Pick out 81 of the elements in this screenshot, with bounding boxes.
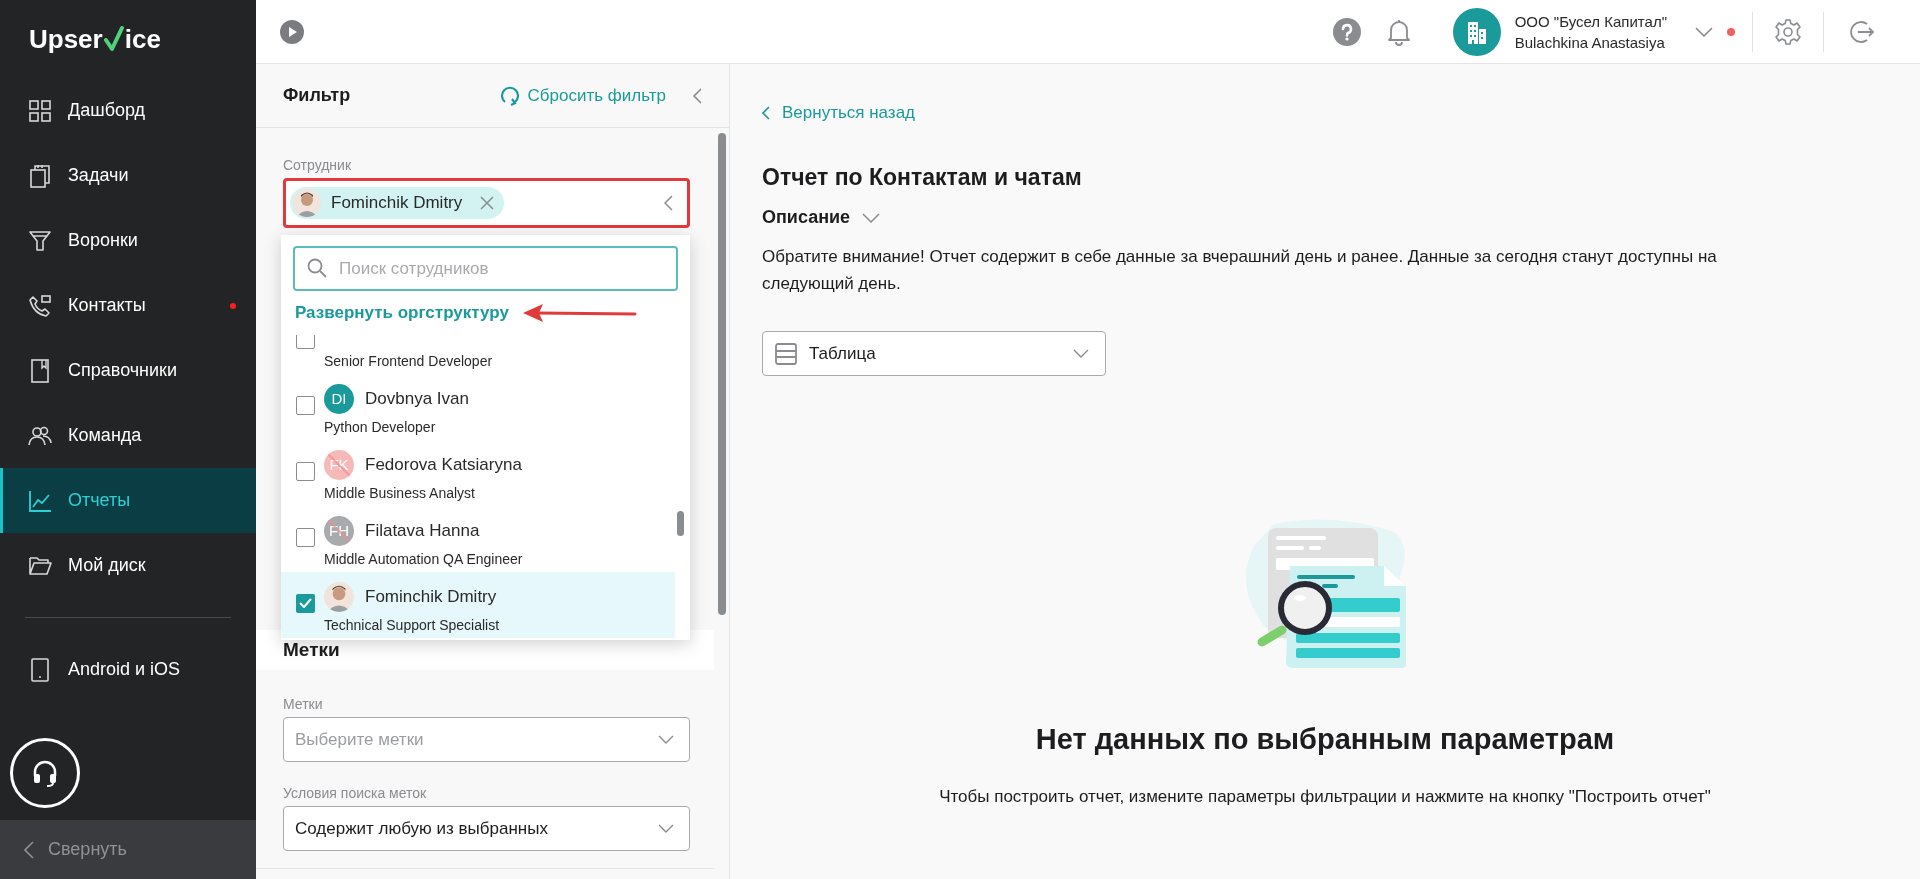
grid-icon (28, 98, 52, 123)
check-icon (103, 26, 124, 52)
sidebar-item[interactable]: Android и iOS (0, 637, 256, 702)
field-label: Сотрудник (283, 156, 352, 174)
help-icon[interactable] (1332, 17, 1361, 46)
sidebar-item[interactable]: Контакты (0, 273, 256, 338)
description-toggle[interactable]: Описание (762, 204, 881, 231)
checkbox[interactable] (296, 593, 315, 613)
blocked-avatar: FH (324, 516, 354, 546)
tablet-icon (28, 657, 52, 682)
employee-role: Senior Frontend Developer (324, 352, 493, 370)
checkbox[interactable] (296, 395, 315, 415)
chevron-left-icon (24, 840, 34, 859)
chevron-down-icon (658, 735, 674, 744)
sidebar-item[interactable]: Дашборд (0, 78, 256, 143)
user-name: Bulachkina Anastasiya (1514, 32, 1666, 53)
field-label: Условия поиска меток (283, 784, 428, 802)
condition-select[interactable]: Содержит любую из выбранных (283, 806, 690, 851)
sidebar-item[interactable]: Команда (0, 403, 256, 468)
line-chart-icon (28, 488, 52, 513)
sidebar-item[interactable]: Воронки (0, 208, 256, 273)
field-label: Метки (283, 695, 324, 713)
company-name: ООО "Бусел Капитал" (1514, 11, 1667, 32)
play-icon[interactable] (280, 19, 304, 44)
chip-text: Fominchik Dmitry (331, 192, 463, 215)
view-select[interactable]: Таблица (762, 331, 1106, 376)
close-icon[interactable] (480, 196, 495, 210)
search-field[interactable]: Поиск сотрудников (293, 246, 678, 291)
blocked-avatar: FK (324, 450, 354, 480)
employee-role: Middle Business Analyst (324, 484, 475, 502)
scrollbar-thumb[interactable] (718, 133, 726, 615)
clipboard-icon (28, 163, 52, 188)
book-icon (28, 358, 52, 383)
employee-name: Fedorova Katsiaryna (365, 454, 522, 477)
section-title: Метки (283, 637, 340, 662)
search-icon (307, 258, 327, 278)
collapse-button[interactable]: Свернуть (0, 820, 256, 879)
sidebar-item[interactable]: Задачи (0, 143, 256, 208)
employee-role: Technical Support Specialist (324, 616, 500, 634)
checkbox[interactable] (296, 461, 315, 481)
employee-role: Python Developer (324, 418, 436, 436)
empty-state-text: Чтобы построить отчет, измените параметры фильтрации и нажмите на кнопку "Построить отчет" (939, 785, 1711, 808)
building-icon (1465, 19, 1488, 44)
support-button[interactable] (10, 738, 80, 808)
empty-state-title: Нет данных по выбранным параметрам (1035, 722, 1615, 757)
avatar-icon (324, 582, 354, 612)
funnel-icon (28, 228, 52, 253)
avatar-icon (293, 189, 321, 217)
settings-icon[interactable] (1775, 18, 1801, 45)
sidebar-item[interactable]: Отчеты (0, 468, 256, 533)
scrollbar-thumb[interactable] (677, 511, 684, 536)
filter-title: Фильтр (283, 84, 351, 107)
checkbox[interactable] (296, 527, 315, 547)
employee-option[interactable]: Fominchik Dmitry Technical Support Specialist (281, 572, 675, 638)
employee-role: Middle Automation QA Engineer (324, 550, 523, 568)
bell-icon[interactable] (1386, 17, 1411, 46)
employee-name: Fominchik Dmitry (365, 586, 497, 609)
chevron-down-icon[interactable] (1695, 26, 1713, 37)
chevron-down-icon (658, 824, 674, 833)
phone-icon (28, 293, 52, 318)
avatar: DI (324, 384, 354, 414)
sidebar-item[interactable]: Справочники (0, 338, 256, 403)
chevron-left-icon (762, 105, 770, 120)
logo-text: ice (124, 22, 161, 56)
table-icon (775, 342, 797, 365)
chevron-left-icon[interactable] (664, 195, 673, 211)
employee-name: Filatava Hanna (365, 520, 480, 543)
headset-icon (32, 759, 58, 787)
employee-select[interactable]: Fominchik Dmitry (283, 178, 690, 228)
chevron-down-icon (1073, 349, 1089, 358)
logout-icon[interactable] (1848, 18, 1874, 45)
employee-name: Dovbnya Ivan (365, 388, 469, 411)
sidebar-item[interactable]: Мой диск (0, 533, 256, 598)
report-title: Отчет по Контактам и чатам (762, 162, 1083, 192)
checkbox[interactable] (296, 335, 315, 349)
description-text: Обратите внимание! Отчет содержит в себе данные за вчерашний день и ранее. Данные за сегодня станут доступны на следующий день. (762, 246, 1718, 295)
employee-chip[interactable]: Fominchik Dmitry (290, 187, 505, 219)
refresh-icon (499, 85, 520, 106)
chevron-left-icon[interactable] (692, 87, 702, 104)
logo-text: Upser (29, 22, 103, 56)
chevron-down-icon (862, 212, 881, 223)
